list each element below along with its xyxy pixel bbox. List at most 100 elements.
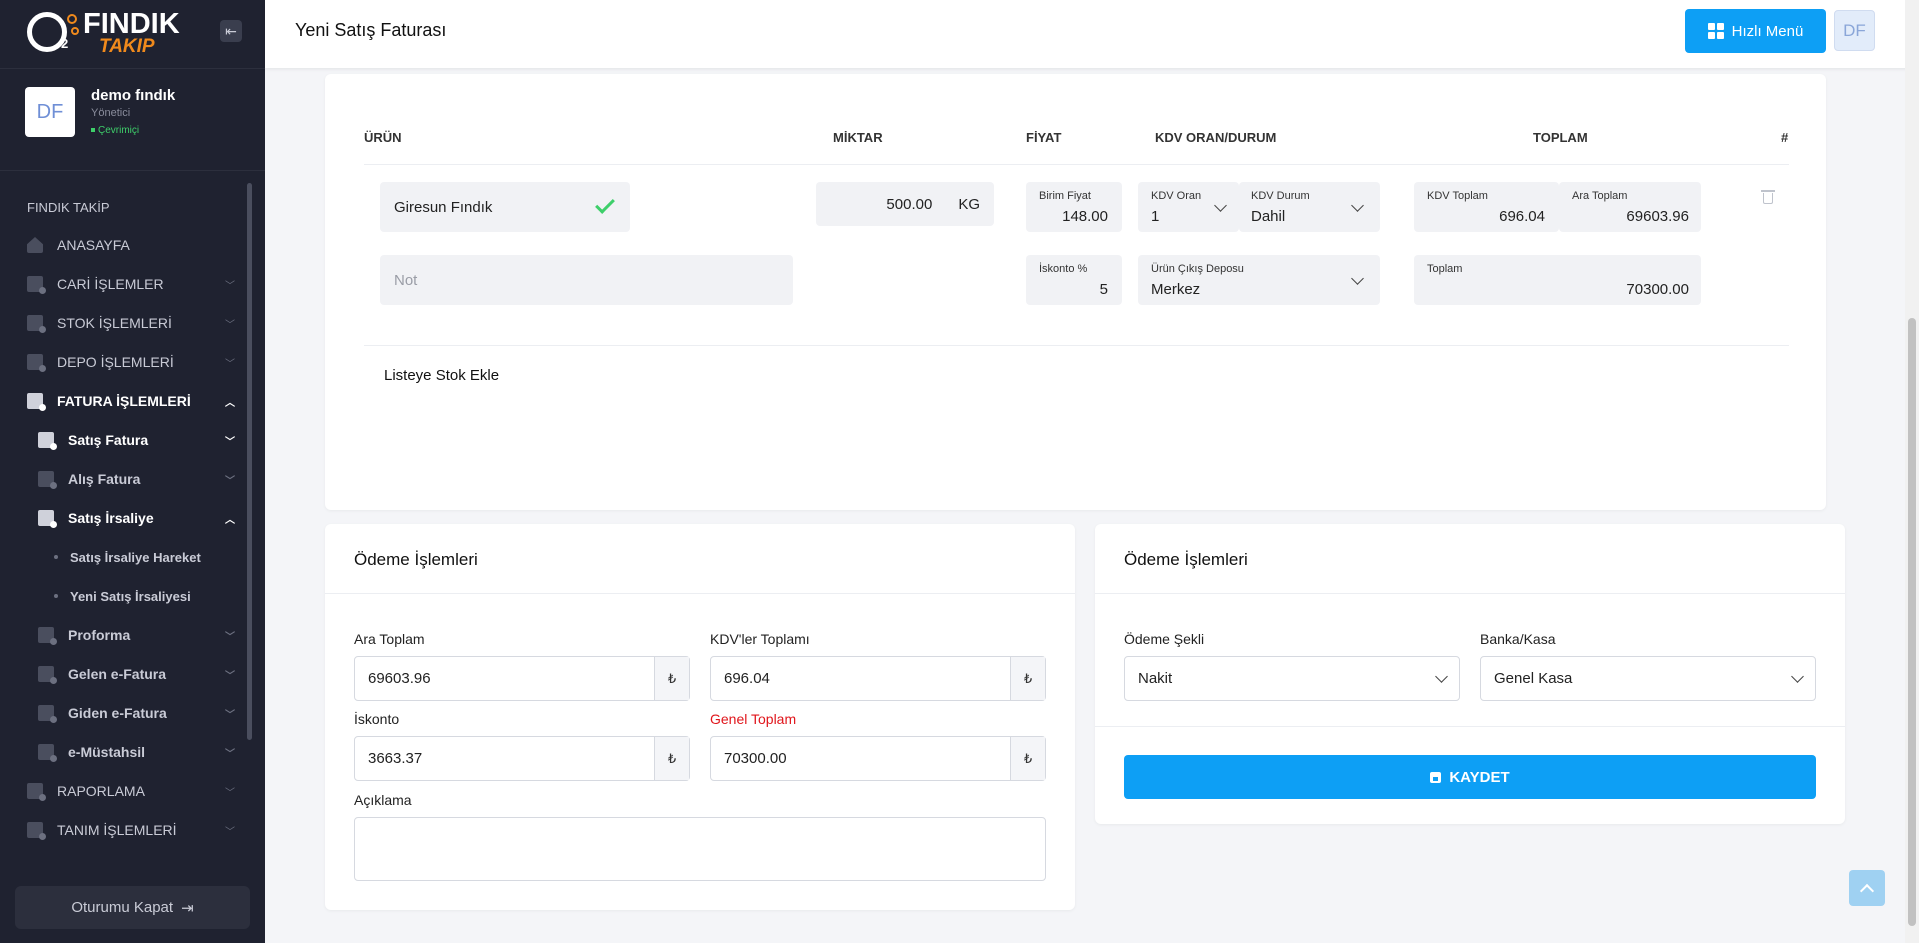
chevron-up-icon: ︿ xyxy=(225,514,235,526)
column-header-product: ÜRÜN xyxy=(364,130,402,145)
vat-status-select[interactable]: KDV Durum Dahil xyxy=(1239,182,1380,232)
add-stock-link[interactable]: Listeye Stok Ekle xyxy=(384,367,499,384)
vat-rate-select[interactable]: KDV Oran 1 xyxy=(1138,182,1239,232)
sidebar-item-label: DEPO İŞLEMLERİ xyxy=(57,354,174,370)
user-status: Çevrimiçi xyxy=(91,125,139,136)
quick-menu-button[interactable]: Hızlı Menü xyxy=(1685,9,1826,53)
chevron-down-icon: ﹀ xyxy=(225,631,235,643)
sidebar-item-proforma[interactable]: Proforma ﹀ xyxy=(0,620,240,650)
warehouse-select[interactable]: Ürün Çıkış Deposu Merkez xyxy=(1138,255,1380,305)
card-title: Ödeme İşlemleri xyxy=(1124,550,1248,569)
sidebar-item-label: Gelen e-Fatura xyxy=(68,666,167,682)
sidebar-item-giden-efatura[interactable]: Giden e-Fatura ﹀ xyxy=(0,698,240,728)
sidebar-item-tanim[interactable]: TANIM İŞLEMLERİ ﹀ xyxy=(0,815,240,845)
chevron-down-icon: ﹀ xyxy=(225,436,235,448)
document-icon xyxy=(38,705,57,723)
document-icon xyxy=(27,315,46,333)
sidebar-item-label: Satış İrsaliye Hareket xyxy=(70,549,201,565)
sidebar-collapse-icon[interactable]: ⇤ xyxy=(220,20,242,42)
lira-icon: ₺ xyxy=(654,737,689,780)
brand-logo[interactable]: 2 FINDIK TAKIP xyxy=(27,6,187,58)
unit-price-input[interactable]: Birim Fiyat 148.00 xyxy=(1026,182,1122,232)
lira-icon: ₺ xyxy=(654,657,689,700)
chevron-down-icon: ﹀ xyxy=(225,787,235,799)
product-select[interactable]: Giresun Fındık xyxy=(380,182,630,232)
sidebar-item-label: FATURA İŞLEMLERİ xyxy=(57,393,191,409)
note-input[interactable]: Not xyxy=(380,255,793,305)
sidebar-item-label: Yeni Satış İrsaliyesi xyxy=(70,588,191,604)
vat-rate-value: 1 xyxy=(1151,208,1160,225)
column-header-total: TOPLAM xyxy=(1533,130,1588,145)
note-placeholder: Not xyxy=(394,271,418,289)
header-avatar[interactable]: DF xyxy=(1834,10,1875,51)
payment-method-select[interactable]: Nakit xyxy=(1124,656,1460,701)
avatar[interactable]: DF xyxy=(25,87,75,137)
sidebar-item-anasayfa[interactable]: ANASAYFA xyxy=(0,230,240,260)
sidebar-item-label: Alış Fatura xyxy=(68,471,141,487)
description-textarea[interactable] xyxy=(354,817,1046,881)
logout-button[interactable]: Oturumu Kapat ⇥ xyxy=(15,886,250,929)
column-header-price: FİYAT xyxy=(1026,130,1062,145)
sidebar-item-irsaliye-hareket[interactable]: Satış İrsaliye Hareket xyxy=(0,542,240,572)
vat-total-value: 696.04 xyxy=(724,670,770,687)
sidebar-item-raporlama[interactable]: RAPORLAMA ﹀ xyxy=(0,776,240,806)
logout-label: Oturumu Kapat xyxy=(71,899,174,916)
sidebar-scrollbar[interactable] xyxy=(247,183,252,740)
sidebar-item-satis-irsaliye[interactable]: Satış İrsaliye ︿ xyxy=(0,503,240,533)
sidebar-item-satis-fatura[interactable]: Satış Fatura ﹀ xyxy=(0,425,240,455)
chevron-down-icon xyxy=(1791,669,1804,683)
user-role: Yönetici xyxy=(91,107,131,119)
divider xyxy=(0,170,265,171)
sidebar-item-cari[interactable]: CARİ İŞLEMLER ﹀ xyxy=(0,269,240,299)
discount-value: 3663.37 xyxy=(368,750,423,767)
document-icon xyxy=(27,393,46,411)
divider xyxy=(1095,726,1845,727)
warehouse-label: Ürün Çıkış Deposu xyxy=(1151,263,1244,275)
payment-method-value: Nakit xyxy=(1138,670,1173,687)
subtotal-field[interactable]: Ara Toplam 69603.96 xyxy=(1559,182,1701,232)
logout-icon: ⇥ xyxy=(181,899,194,917)
logo-sub: TAKIP xyxy=(99,36,155,57)
chevron-down-icon xyxy=(1214,199,1227,212)
discount-input[interactable]: 3663.37 ₺ xyxy=(354,736,690,781)
vat-total-input[interactable]: 696.04 ₺ xyxy=(710,656,1046,701)
unit-price-label: Birim Fiyat xyxy=(1039,190,1091,202)
sidebar-item-depo[interactable]: DEPO İŞLEMLERİ ﹀ xyxy=(0,347,240,377)
sidebar-item-label: Satış İrsaliye xyxy=(68,510,154,526)
sidebar-item-yeni-irsaliye[interactable]: Yeni Satış İrsaliyesi xyxy=(0,581,240,611)
sidebar: 2 FINDIK TAKIP ⇤ DF demo fındık Yönetici… xyxy=(0,0,265,943)
sidebar-item-label: TANIM İŞLEMLERİ xyxy=(57,822,177,838)
sidebar-item-fatura[interactable]: FATURA İŞLEMLERİ ︿ xyxy=(0,386,240,416)
sidebar-item-stok[interactable]: STOK İŞLEMLERİ ﹀ xyxy=(0,308,240,338)
warehouse-value: Merkez xyxy=(1151,281,1201,298)
chevron-down-icon: ﹀ xyxy=(225,670,235,682)
divider xyxy=(0,68,265,69)
sidebar-item-label: ANASAYFA xyxy=(57,237,130,253)
subtotal-input[interactable]: 69603.96 ₺ xyxy=(354,656,690,701)
quantity-input[interactable]: 500.00 KG xyxy=(816,182,994,226)
sidebar-item-emustahsil[interactable]: e-Müstahsil ﹀ xyxy=(0,737,240,767)
grand-total-input[interactable]: 70300.00 ₺ xyxy=(710,736,1046,781)
discount-percent-input[interactable]: İskonto % 5 xyxy=(1026,255,1122,305)
description-label: Açıklama xyxy=(354,792,412,808)
save-button[interactable]: KAYDET xyxy=(1124,755,1816,799)
trash-icon[interactable] xyxy=(1761,190,1775,204)
home-icon xyxy=(27,237,43,253)
sidebar-item-label: Proforma xyxy=(68,627,131,643)
document-icon xyxy=(38,744,57,762)
page-scrollbar-thumb[interactable] xyxy=(1908,318,1916,926)
card-header: Ödeme İşlemleri xyxy=(325,524,1075,594)
account-select[interactable]: Genel Kasa xyxy=(1480,656,1816,701)
chevron-down-icon: ﹀ xyxy=(225,826,235,838)
sidebar-item-label: CARİ İŞLEMLER xyxy=(57,276,164,292)
scroll-to-top-button[interactable] xyxy=(1849,870,1885,906)
sidebar-item-alis-fatura[interactable]: Alış Fatura ﹀ xyxy=(0,464,240,494)
chevron-up-icon xyxy=(1859,883,1875,898)
payment-method-label: Ödeme Şekli xyxy=(1124,631,1205,647)
vat-total-field[interactable]: KDV Toplam 696.04 xyxy=(1414,182,1559,232)
sidebar-item-gelen-efatura[interactable]: Gelen e-Fatura ﹀ xyxy=(0,659,240,689)
divider xyxy=(364,345,1789,346)
line-total-field[interactable]: Toplam 70300.00 xyxy=(1414,255,1701,305)
page-title: Yeni Satış Faturası xyxy=(295,20,447,40)
chevron-down-icon: ﹀ xyxy=(225,475,235,487)
